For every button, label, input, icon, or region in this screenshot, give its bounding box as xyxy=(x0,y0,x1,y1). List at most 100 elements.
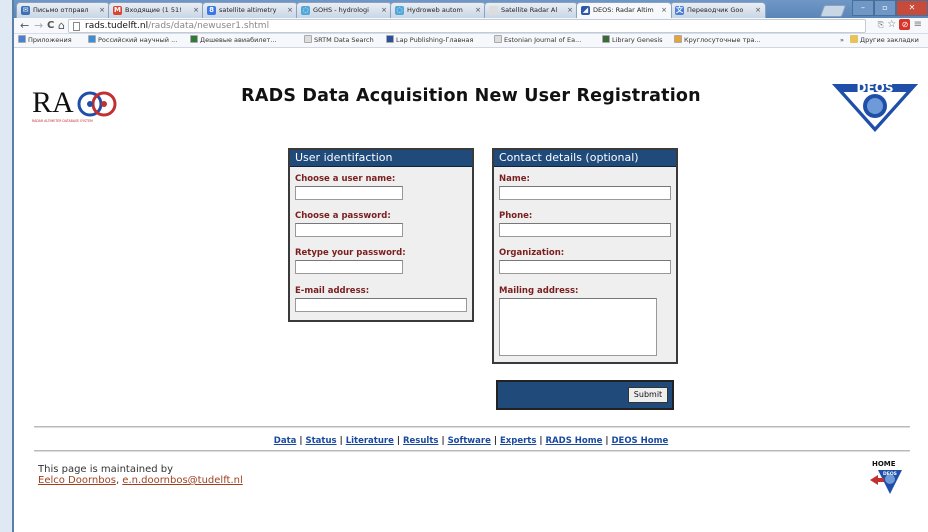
menu-icon[interactable]: ≡ xyxy=(914,19,922,30)
browser-toolbar: ← → C ⌂ rads.tudelft.nl/rads/data/newuse… xyxy=(14,18,928,34)
maximize-button[interactable]: ▫ xyxy=(874,0,896,16)
tab-favicon-icon: ✉ xyxy=(21,6,30,15)
password-input[interactable] xyxy=(295,223,403,237)
footer-link[interactable]: Software xyxy=(448,436,491,446)
maintainer-info: This page is maintained by Eelco Doornbo… xyxy=(38,464,243,486)
footer-link[interactable]: Experts xyxy=(500,436,536,446)
bookmark-item[interactable]: Дешевые авиабилет... xyxy=(190,34,276,47)
new-tab-button[interactable] xyxy=(819,5,847,17)
contact-box-heading: Contact details (optional) xyxy=(494,150,676,167)
home-label: HOME xyxy=(872,460,896,468)
tab-label: DEOS: Radar Altim xyxy=(593,6,654,14)
other-bookmarks[interactable]: Другие закладки xyxy=(850,34,919,47)
close-window-button[interactable]: ✕ xyxy=(896,0,928,16)
tab-close-icon[interactable]: × xyxy=(661,3,667,17)
username-label: Choose a user name: xyxy=(295,174,396,184)
tab-favicon-icon: 8 xyxy=(207,6,216,15)
browser-tab[interactable]: M Входящие (1 51! × xyxy=(108,2,204,18)
submit-bar: Submit xyxy=(496,380,674,410)
bookmark-label: Library Genesis xyxy=(612,36,663,44)
phone-input[interactable] xyxy=(499,223,671,237)
browser-tab[interactable]: ◌ Hydroweb autom × xyxy=(390,2,486,18)
bookmark-label: Приложения xyxy=(28,36,72,44)
tab-close-icon[interactable]: × xyxy=(99,3,105,17)
divider-top xyxy=(34,426,910,428)
address-bar[interactable]: rads.tudelft.nl/rads/data/newuser1.shtml xyxy=(68,19,866,33)
organization-input[interactable] xyxy=(499,260,671,274)
footer-link[interactable]: Results xyxy=(403,436,438,446)
deos-logo-text: DEOS xyxy=(856,81,893,95)
divider-bottom xyxy=(34,450,910,452)
bookmark-item[interactable]: Estonian Journal of Ea... xyxy=(494,34,581,47)
email-label: E-mail address: xyxy=(295,286,370,296)
page-viewport: RA RADAR ALTIMETER DATABASE SYSTEM RADS … xyxy=(14,48,928,532)
bookmark-label: Estonian Journal of Ea... xyxy=(504,36,582,44)
browser-tab[interactable]: ◌ GOHS - hydrologi × xyxy=(296,2,392,18)
bookmark-label: SRTM Data Search xyxy=(314,36,374,44)
footer-link[interactable]: DEOS Home xyxy=(611,436,668,446)
link-separator: | xyxy=(605,436,609,446)
minimize-button[interactable]: – xyxy=(852,0,874,16)
user-identification-box: User identifaction Choose a user name: C… xyxy=(288,148,474,322)
link-separator: | xyxy=(493,436,497,446)
bookmark-label: Круглосуточные тра... xyxy=(684,36,761,44)
tab-favicon-icon: ◌ xyxy=(301,6,310,15)
tab-close-icon[interactable]: × xyxy=(381,3,387,17)
maintainer-name-link[interactable]: Eelco Doornbos xyxy=(38,475,116,486)
forward-button[interactable]: → xyxy=(34,19,43,32)
tab-favicon-icon: ◢ xyxy=(581,6,590,15)
browser-tab[interactable]: ◢ DEOS: Radar Altim × xyxy=(576,2,672,18)
extension-icon[interactable]: ⊘ xyxy=(899,19,911,30)
user-box-heading: User identifaction xyxy=(290,150,472,167)
retype-password-input[interactable] xyxy=(295,260,403,274)
tab-label: Письмо отправл xyxy=(33,6,89,14)
reload-button[interactable]: C xyxy=(47,19,54,32)
footer-link[interactable]: Literature xyxy=(346,436,394,446)
tab-label: Hydroweb autom xyxy=(407,6,463,14)
bookmark-item[interactable]: Российский научный ... xyxy=(88,34,177,47)
back-button[interactable]: ← xyxy=(20,19,29,32)
link-separator: | xyxy=(299,436,303,446)
link-separator: | xyxy=(396,436,400,446)
tab-close-icon[interactable]: × xyxy=(567,3,573,17)
browser-tab[interactable]: 8 satellite altimetry × xyxy=(202,2,298,18)
bookmark-item[interactable]: Приложения xyxy=(18,34,72,47)
submit-button[interactable]: Submit xyxy=(628,387,668,403)
bookmark-item[interactable]: Library Genesis xyxy=(602,34,663,47)
bookmark-icon xyxy=(88,35,96,43)
bookmark-star-icon[interactable]: ☆ xyxy=(887,19,896,30)
browser-tab[interactable]: 文 Переводчик Goo × xyxy=(670,2,766,18)
tab-close-icon[interactable]: × xyxy=(475,3,481,17)
translate-icon[interactable]: ⎘ xyxy=(878,20,884,29)
footer-link[interactable]: Data xyxy=(274,436,297,446)
password-label: Choose a password: xyxy=(295,211,391,221)
organization-label: Organization: xyxy=(499,248,565,258)
mailing-address-textarea[interactable] xyxy=(499,298,657,356)
tab-close-icon[interactable]: × xyxy=(193,3,199,17)
maintainer-email-link[interactable]: e.n.doornbos@tudelft.nl xyxy=(122,475,242,486)
bookmarks-bar: » Другие закладки Приложения Российский н… xyxy=(14,34,928,48)
rads-logo-sub: RADAR ALTIMETER DATABASE SYSTEM xyxy=(32,119,93,123)
bookmark-item[interactable]: Круглосуточные тра... xyxy=(674,34,761,47)
link-separator: | xyxy=(539,436,543,446)
bookmark-item[interactable]: SRTM Data Search xyxy=(304,34,374,47)
deos-logo: DEOS xyxy=(832,81,918,132)
home-deos-icon[interactable]: HOME DEOS xyxy=(868,458,904,496)
footer-link[interactable]: Status xyxy=(305,436,336,446)
tab-label: Входящие (1 51! xyxy=(125,6,182,14)
bookmark-item[interactable]: Lap Publishing-Главная xyxy=(386,34,473,47)
tab-close-icon[interactable]: × xyxy=(755,3,761,17)
page-title: RADS Data Acquisition New User Registrat… xyxy=(241,86,701,106)
username-input[interactable] xyxy=(295,186,403,200)
name-input[interactable] xyxy=(499,186,671,200)
home-button[interactable]: ⌂ xyxy=(58,19,65,32)
email-input[interactable] xyxy=(295,298,467,312)
tab-close-icon[interactable]: × xyxy=(287,3,293,17)
browser-tab[interactable]: ✉ Письмо отправл × xyxy=(16,2,110,18)
bookmarks-more[interactable]: » xyxy=(840,34,844,47)
browser-tab[interactable]: Satellite Radar Al × xyxy=(484,2,578,18)
footer-link[interactable]: RADS Home xyxy=(546,436,603,446)
maintained-text: This page is maintained by xyxy=(38,464,174,475)
bookmark-label: Lap Publishing-Главная xyxy=(396,36,474,44)
bookmark-icon xyxy=(494,35,502,43)
